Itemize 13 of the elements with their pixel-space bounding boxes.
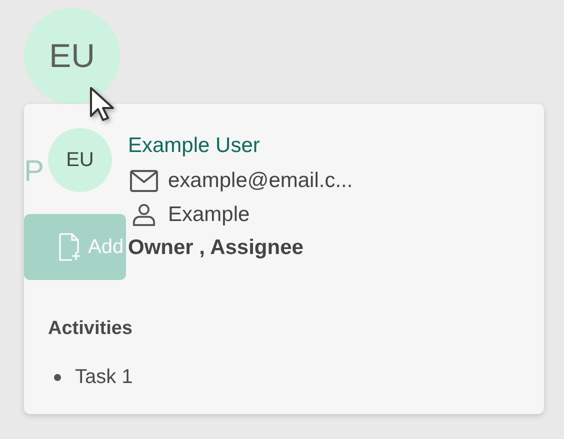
user-avatar[interactable]: EU [24, 8, 120, 104]
file-plus-icon [58, 233, 80, 261]
page-heading: P [24, 154, 44, 190]
mail-icon [128, 170, 158, 192]
pointer-icon [88, 86, 116, 124]
activities-heading: Activities [48, 318, 134, 340]
bullet-icon [54, 374, 61, 381]
user-name: Example User [128, 133, 261, 159]
username: Example [168, 203, 250, 227]
activity-item[interactable]: Task 1 [75, 366, 133, 389]
user-roles: Owner , Assignee [128, 235, 304, 261]
user-avatar: EU [48, 128, 112, 192]
user-email: example@email.c... [168, 169, 353, 193]
